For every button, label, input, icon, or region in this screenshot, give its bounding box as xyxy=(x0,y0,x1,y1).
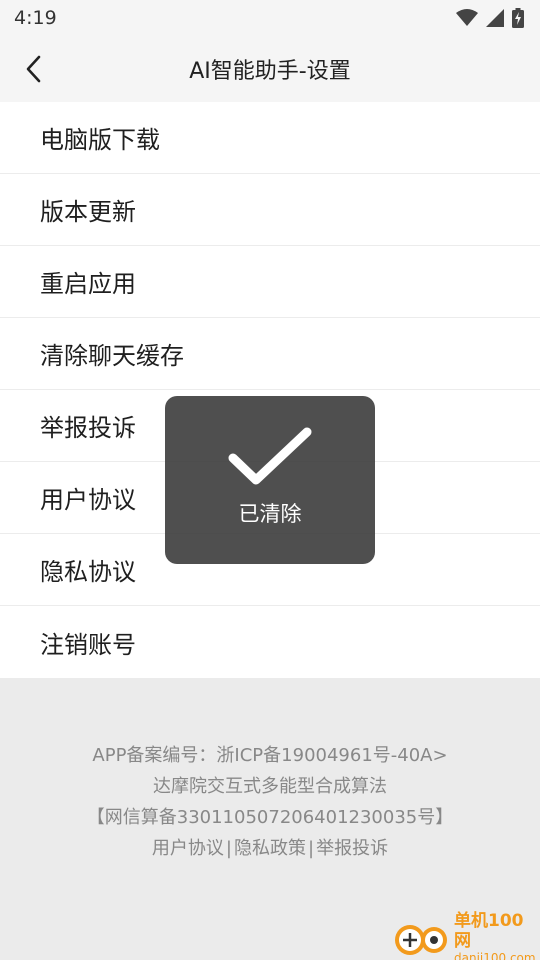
toast-cleared: 已清除 xyxy=(165,396,375,564)
settings-menu: 电脑版下载 版本更新 重启应用 清除聊天缓存 举报投诉 用户协议 隐私协议 注销… xyxy=(0,102,540,678)
algorithm-name: 达摩院交互式多能型合成算法 xyxy=(153,776,387,797)
footer-links: 用户协议 | 隐私政策 | 举报投诉 xyxy=(0,833,540,864)
battery-charging-icon xyxy=(512,8,524,28)
toast-text: 已清除 xyxy=(238,502,302,526)
footer-separator: | xyxy=(225,838,232,859)
status-icons xyxy=(456,8,524,28)
footer-separator: | xyxy=(308,838,315,859)
watermark-url: danji100.com xyxy=(454,950,536,960)
footer-link-report[interactable]: 举报投诉 xyxy=(316,833,388,864)
menu-item-label: 版本更新 xyxy=(40,198,136,226)
menu-item-label: 清除聊天缓存 xyxy=(40,342,184,370)
menu-item-label: 隐私协议 xyxy=(40,558,136,586)
page-title: AI智能助手-设置 xyxy=(189,59,351,84)
menu-item-version-update[interactable]: 版本更新 xyxy=(0,174,540,246)
footer-link-privacy-policy[interactable]: 隐私政策 xyxy=(234,833,306,864)
status-time: 4:19 xyxy=(14,7,57,29)
watermark-text: 单机100网 danji100.com xyxy=(454,911,540,960)
menu-item-label: 电脑版下载 xyxy=(40,126,160,154)
menu-item-label: 重启应用 xyxy=(40,270,136,298)
footer-link-user-agreement[interactable]: 用户协议 xyxy=(152,833,224,864)
status-bar: 4:19 xyxy=(0,0,540,36)
menu-item-clear-chat-cache[interactable]: 清除聊天缓存 xyxy=(0,318,540,390)
algorithm-record: 【网信算备330110507206401230035号】 xyxy=(86,807,454,828)
watermark-name: 单机100网 xyxy=(454,910,524,951)
menu-item-delete-account[interactable]: 注销账号 xyxy=(0,606,540,678)
nav-bar: AI智能助手-设置 xyxy=(0,36,540,102)
menu-item-label: 用户协议 xyxy=(40,486,136,514)
back-button[interactable] xyxy=(14,49,54,89)
menu-item-label: 注销账号 xyxy=(40,630,136,659)
menu-item-restart-app[interactable]: 重启应用 xyxy=(0,246,540,318)
footer: APP备案编号：浙ICP备19004961号-40A> 达摩院交互式多能型合成算… xyxy=(0,740,540,864)
checkmark-icon xyxy=(228,427,312,485)
watermark: 单机100网 danji100.com xyxy=(392,911,540,960)
signal-icon xyxy=(486,9,504,27)
watermark-logo-icon xyxy=(392,918,452,958)
menu-item-label: 举报投诉 xyxy=(40,414,136,442)
wifi-icon xyxy=(456,9,478,26)
menu-item-desktop-download[interactable]: 电脑版下载 xyxy=(0,102,540,174)
icp-record-link[interactable]: APP备案编号：浙ICP备19004961号-40A> xyxy=(0,740,540,771)
chevron-left-icon xyxy=(26,55,41,83)
